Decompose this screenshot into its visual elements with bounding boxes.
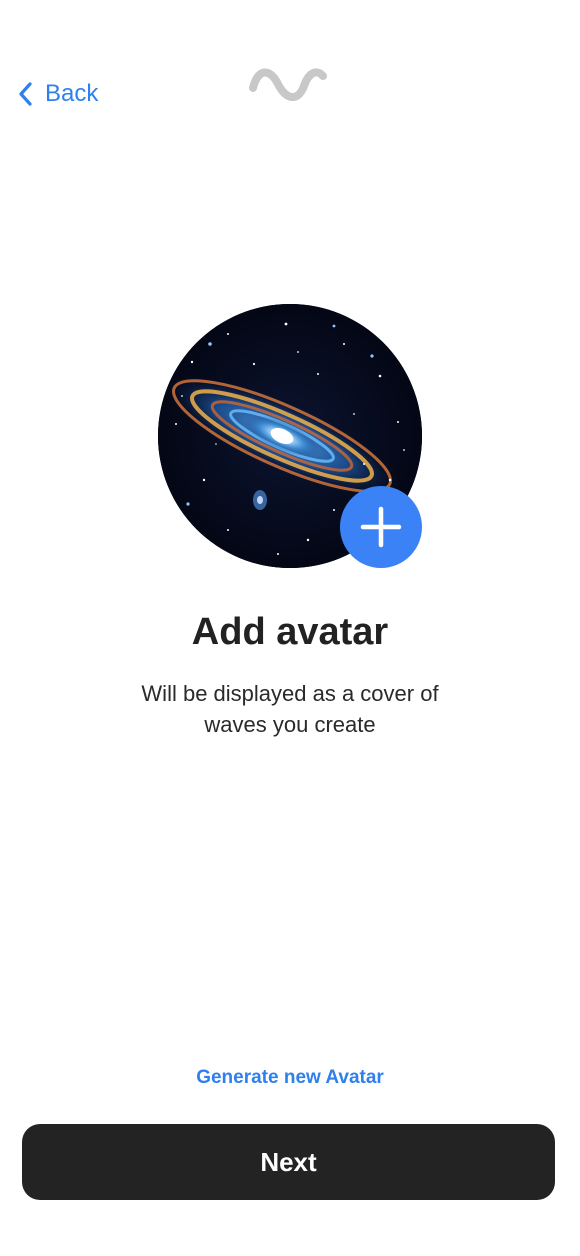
chevron-left-icon: [19, 82, 32, 106]
page-title: Add avatar: [191, 611, 389, 653]
wave-logo-icon: [249, 68, 327, 101]
add-avatar-button[interactable]: [340, 486, 422, 568]
next-button[interactable]: Next: [22, 1124, 555, 1200]
back-label: Back: [45, 80, 99, 107]
back-button[interactable]: Back: [16, 76, 98, 112]
page-subtitle: Will be displayed as a cover of waves yo…: [141, 681, 439, 737]
plus-icon: [360, 506, 402, 548]
generate-avatar-link[interactable]: Generate new Avatar: [0, 1064, 580, 1092]
avatar-container: [158, 304, 422, 568]
